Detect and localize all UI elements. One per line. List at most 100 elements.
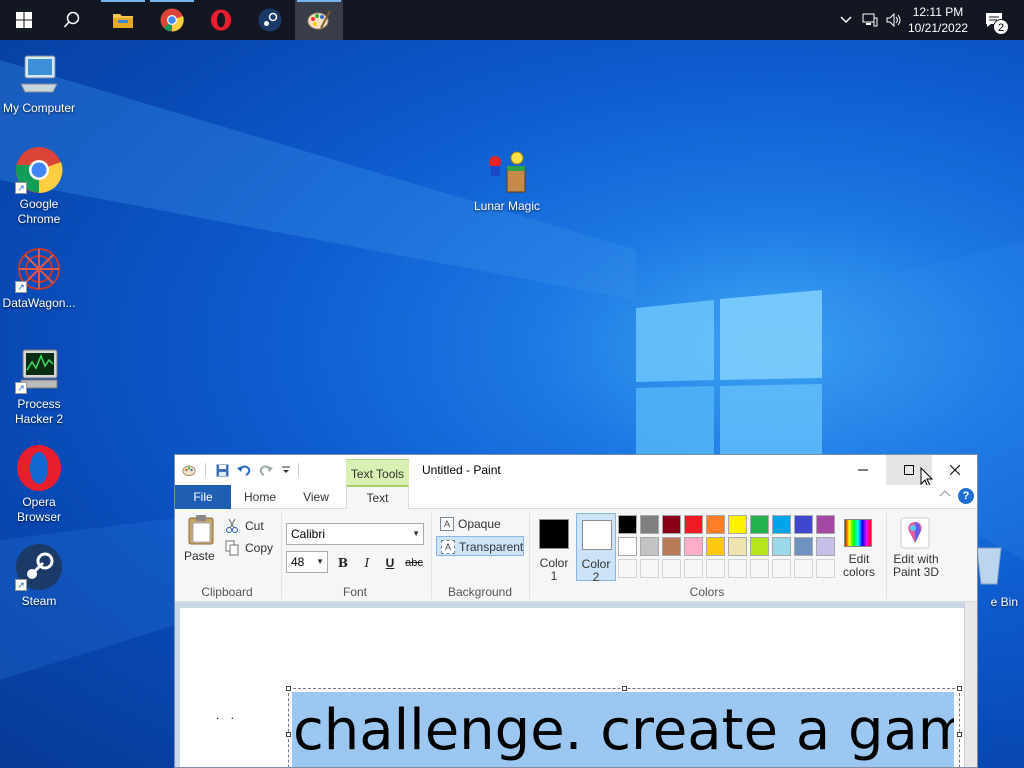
paint-window: Text Tools Untitled - Paint File Home Vi…: [174, 454, 978, 768]
palette-color-swatch[interactable]: [618, 537, 637, 556]
palette-color-swatch[interactable]: [684, 537, 703, 556]
palette-custom-slot[interactable]: [794, 559, 813, 578]
desktop-icon-my-computer[interactable]: My Computer: [0, 50, 78, 116]
palette-color-swatch[interactable]: [816, 515, 835, 534]
color2-label-line2: 2: [592, 570, 600, 584]
palette-color-swatch[interactable]: [816, 537, 835, 556]
palette-custom-slot[interactable]: [772, 559, 791, 578]
palette-color-swatch[interactable]: [772, 537, 791, 556]
desktop-icon-datawagon[interactable]: ↗ DataWagon...: [0, 245, 78, 311]
show-hidden-icons-chevron-icon[interactable]: [838, 12, 854, 28]
selected-text[interactable]: challenge. create a game: [292, 692, 954, 767]
color1-button[interactable]: Color 1: [534, 513, 574, 583]
palette-color-swatch[interactable]: [706, 515, 725, 534]
palette-custom-slot[interactable]: [750, 559, 769, 578]
undo-icon[interactable]: [237, 463, 251, 477]
ribbon-text-tools: Paste Cut Copy Clipboard Calibri ▼ 48 ▼ …: [175, 509, 977, 602]
desktop-icon-opera[interactable]: Opera Browser: [0, 444, 78, 525]
palette-color-swatch[interactable]: [728, 537, 747, 556]
resize-handle[interactable]: [286, 686, 291, 691]
palette-color-swatch[interactable]: [750, 515, 769, 534]
taskbar: 12:11 PM 10/21/2022 2: [0, 0, 1024, 40]
desktop-icon-lunar-magic[interactable]: Lunar Magic: [468, 148, 546, 214]
clock-time: 12:11 PM: [912, 5, 964, 19]
edit-colors-button[interactable]: Edit colors: [839, 513, 879, 581]
clipboard-group-label: Clipboard: [201, 585, 253, 599]
palette-custom-slot[interactable]: [640, 559, 659, 578]
desktop-icon-steam[interactable]: ↗ Steam: [0, 543, 78, 609]
palette-custom-slot[interactable]: [816, 559, 835, 578]
network-icon[interactable]: [862, 12, 878, 28]
italic-button[interactable]: I: [357, 553, 377, 573]
palette-color-swatch[interactable]: [684, 515, 703, 534]
clock[interactable]: 12:11 PM 10/21/2022: [908, 4, 968, 36]
tab-text[interactable]: Text: [346, 485, 409, 510]
steam-icon: [258, 8, 282, 32]
desktop-icon-google-chrome[interactable]: ↗ Google Chrome: [0, 146, 78, 227]
opaque-option[interactable]: A Opaque: [436, 514, 524, 534]
font-size-select[interactable]: 48 ▼: [286, 551, 328, 573]
minimize-button[interactable]: [840, 455, 886, 485]
paste-button[interactable]: Paste: [182, 513, 220, 565]
save-icon[interactable]: [215, 463, 229, 477]
lunar-magic-icon: [483, 148, 531, 196]
font-family-select[interactable]: Calibri ▼: [286, 523, 424, 545]
volume-icon[interactable]: [886, 12, 902, 28]
underline-button[interactable]: U: [380, 553, 400, 573]
copy-button[interactable]: Copy: [225, 539, 275, 557]
search-button[interactable]: [48, 0, 96, 40]
help-icon[interactable]: ?: [958, 488, 974, 504]
taskbar-google-chrome[interactable]: [148, 0, 196, 40]
context-tab-text-tools: Text Tools: [346, 459, 409, 485]
palette-color-swatch[interactable]: [706, 537, 725, 556]
taskbar-opera[interactable]: [197, 0, 245, 40]
edit-with-paint3d-button[interactable]: Edit with Paint 3D: [889, 513, 943, 581]
cut-button[interactable]: Cut: [225, 517, 275, 535]
vertical-scrollbar[interactable]: [964, 602, 977, 767]
action-center-button[interactable]: 2: [982, 12, 1009, 35]
paint-app-menu-icon[interactable]: [182, 463, 196, 477]
transparent-option[interactable]: A Transparent: [436, 536, 524, 556]
palette-color-swatch[interactable]: [640, 515, 659, 534]
taskbar-paint[interactable]: [295, 0, 343, 40]
taskbar-file-explorer[interactable]: [99, 0, 147, 40]
search-icon: [63, 11, 80, 28]
drawing-canvas[interactable]: . . challenge. create a game: [180, 608, 964, 767]
opera-icon: [210, 9, 232, 31]
tab-view[interactable]: View: [291, 485, 341, 509]
palette-custom-slot[interactable]: [662, 559, 681, 578]
customize-qat-chevron-icon[interactable]: [279, 463, 293, 477]
strikethrough-button[interactable]: abc: [403, 553, 425, 573]
close-button[interactable]: [932, 455, 977, 485]
palette-color-swatch[interactable]: [662, 537, 681, 556]
palette-color-swatch[interactable]: [772, 515, 791, 534]
font-size-value: 48: [291, 555, 305, 569]
resize-handle[interactable]: [957, 686, 962, 691]
redo-icon[interactable]: [259, 463, 273, 477]
tab-file[interactable]: File: [175, 485, 231, 509]
start-button[interactable]: [0, 0, 48, 40]
palette-color-swatch[interactable]: [662, 515, 681, 534]
palette-color-swatch[interactable]: [728, 515, 747, 534]
palette-color-swatch[interactable]: [618, 515, 637, 534]
tab-home[interactable]: Home: [235, 485, 285, 509]
palette-color-swatch[interactable]: [750, 537, 769, 556]
bold-button[interactable]: B: [333, 553, 353, 573]
resize-handle[interactable]: [622, 686, 627, 691]
palette-custom-slot[interactable]: [618, 559, 637, 578]
resize-handle[interactable]: [957, 732, 962, 737]
palette-color-swatch[interactable]: [794, 537, 813, 556]
palette-custom-slot[interactable]: [706, 559, 725, 578]
palette-color-swatch[interactable]: [794, 515, 813, 534]
minimize-ribbon-chevron-icon[interactable]: [939, 489, 951, 500]
desktop-icon-process-hacker[interactable]: ↗ Process Hacker 2: [0, 346, 78, 427]
resize-handle[interactable]: [286, 732, 291, 737]
text-box[interactable]: challenge. create a game: [286, 686, 962, 767]
taskbar-steam[interactable]: [246, 0, 294, 40]
palette-color-swatch[interactable]: [640, 537, 659, 556]
title-bar[interactable]: Text Tools Untitled - Paint: [175, 455, 977, 488]
datawagon-icon: ↗: [15, 245, 63, 293]
palette-custom-slot[interactable]: [728, 559, 747, 578]
palette-custom-slot[interactable]: [684, 559, 703, 578]
color2-button[interactable]: Color 2: [576, 513, 616, 584]
